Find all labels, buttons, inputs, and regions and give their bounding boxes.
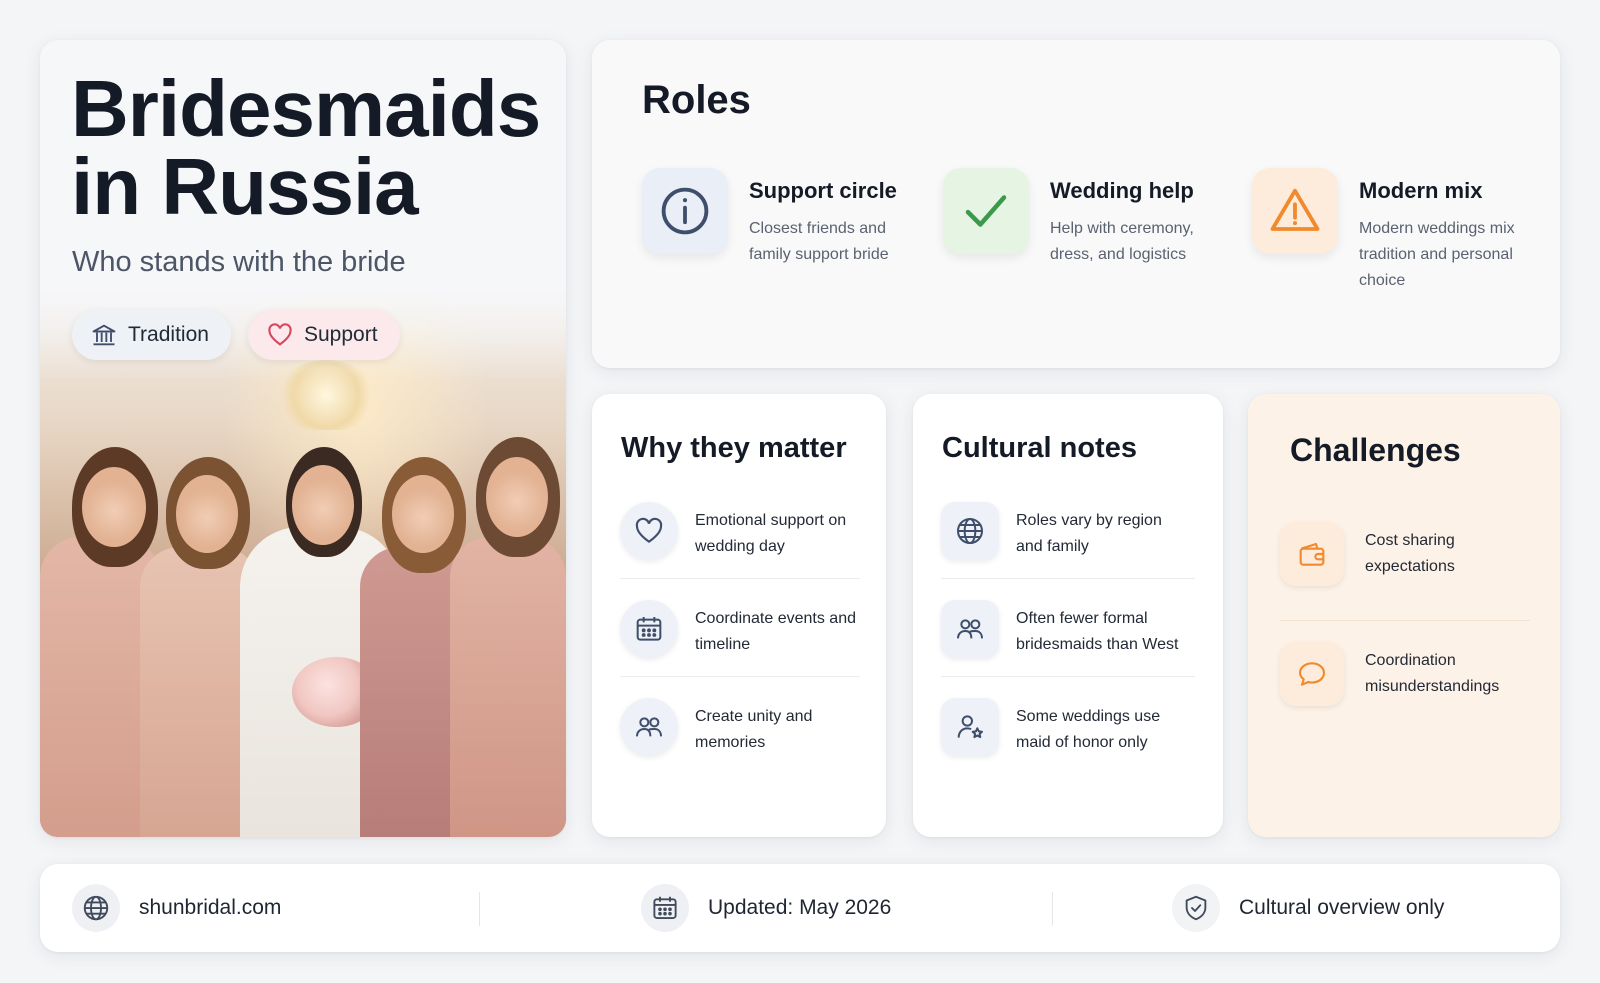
why-they-matter-card: Why they matter Emotional support on wed… [592, 394, 886, 837]
footer-site-text: shunbridal.com [139, 896, 282, 919]
role-title: Support circle [749, 178, 897, 203]
item-text: Often fewer formal bridesmaids than West [1016, 610, 1179, 653]
challenges-title: Challenges [1290, 432, 1461, 468]
item-icon-circle [620, 502, 678, 560]
shield-check-icon [1185, 895, 1207, 921]
item-text: Cost sharing expectations [1365, 532, 1455, 575]
footer-updated-text: Updated: May 2026 [708, 896, 892, 919]
users-icon [636, 717, 662, 737]
role-desc: Help with ceremony, dress, and logistics [1050, 220, 1194, 263]
chip-label: Tradition [128, 323, 209, 346]
globe-icon [83, 895, 109, 921]
item-icon-box [941, 502, 999, 560]
divider [941, 578, 1195, 579]
wallet-icon [1299, 542, 1325, 566]
user-star-icon [957, 715, 983, 739]
roles-card: Roles Support circle Closest friends and… [592, 40, 1560, 368]
chat-icon [1298, 662, 1326, 686]
divider [620, 578, 860, 579]
role-title: Wedding help [1050, 178, 1194, 203]
footer-icon-circle [72, 884, 120, 932]
cultural-notes-card: Cultural notes Roles vary by region and … [913, 394, 1223, 837]
tradition-chip: Tradition [72, 310, 231, 360]
heart-icon [268, 323, 292, 346]
list-item: Roles vary by region and family [941, 502, 1181, 562]
item-text: Coordination misunderstandings [1365, 652, 1500, 695]
list-item: Emotional support on wedding day [620, 502, 860, 562]
title-line-1: Bridesmaids [71, 64, 541, 153]
item-text: Emotional support on wedding day [695, 512, 847, 555]
check-icon [965, 195, 1007, 227]
footer-icon-circle [1172, 884, 1220, 932]
calendar-icon [653, 896, 677, 919]
page-title: Bridesmaids in Russia [71, 64, 541, 232]
list-item: Coordinate events and timeline [620, 600, 860, 660]
bridal-party-photo [40, 290, 566, 837]
list-item: Create unity and memories [620, 698, 860, 758]
list-item: Cost sharing expectations [1280, 522, 1520, 586]
item-icon-box [1280, 522, 1344, 586]
item-icon-circle [620, 600, 678, 658]
title-line-2: in Russia [71, 142, 419, 232]
notes-title: Cultural notes [942, 432, 1137, 464]
heart-icon [635, 517, 663, 543]
users-icon [957, 619, 983, 639]
footer-disclaimer-text: Cultural overview only [1239, 896, 1445, 919]
footer-site[interactable]: shunbridal.com [72, 864, 281, 952]
item-icon-box [941, 698, 999, 756]
footer-updated: Updated: May 2026 [641, 864, 891, 952]
calendar-icon [636, 617, 662, 641]
page-subtitle: Who stands with the bride [72, 246, 406, 278]
role-title: Modern mix [1359, 178, 1483, 203]
support-chip: Support [248, 310, 400, 360]
roles-title: Roles [642, 78, 751, 122]
role-icon-box [943, 168, 1029, 254]
list-item: Some weddings use maid of honor only [941, 698, 1181, 758]
role-icon-box [642, 168, 728, 254]
item-icon-box [1280, 642, 1344, 706]
museum-icon [92, 324, 116, 346]
info-icon [661, 187, 709, 235]
role-desc: Modern weddings mix tradition and person… [1359, 220, 1515, 289]
list-item: Often fewer formal bridesmaids than West [941, 600, 1181, 660]
footer-icon-circle [641, 884, 689, 932]
bridesmaid-figure [450, 437, 566, 837]
footer-divider [1052, 892, 1053, 926]
footer-disclaimer: Cultural overview only [1172, 864, 1444, 952]
challenges-card: Challenges Cost sharing expectations Coo… [1248, 394, 1560, 837]
why-title: Why they matter [621, 432, 847, 464]
chip-label: Support [304, 323, 378, 346]
divider [941, 676, 1195, 677]
item-text: Create unity and memories [695, 708, 813, 751]
hero-card: Bridesmaids in Russia Who stands with th… [40, 40, 566, 837]
globe-icon [957, 518, 983, 544]
footer-divider [479, 892, 480, 926]
item-text: Roles vary by region and family [1016, 512, 1162, 555]
divider [1280, 620, 1530, 621]
role-desc: Closest friends and family support bride [749, 220, 889, 263]
item-text: Coordinate events and timeline [695, 610, 856, 653]
divider [620, 676, 860, 677]
item-text: Some weddings use maid of honor only [1016, 708, 1161, 751]
item-icon-box [941, 600, 999, 658]
footer-bar: shunbridal.com Updated: May 2026 Cultura… [40, 864, 1560, 952]
item-icon-circle [620, 698, 678, 756]
warning-icon [1270, 188, 1320, 231]
role-icon-box [1252, 168, 1338, 254]
list-item: Coordination misunderstandings [1280, 642, 1520, 706]
